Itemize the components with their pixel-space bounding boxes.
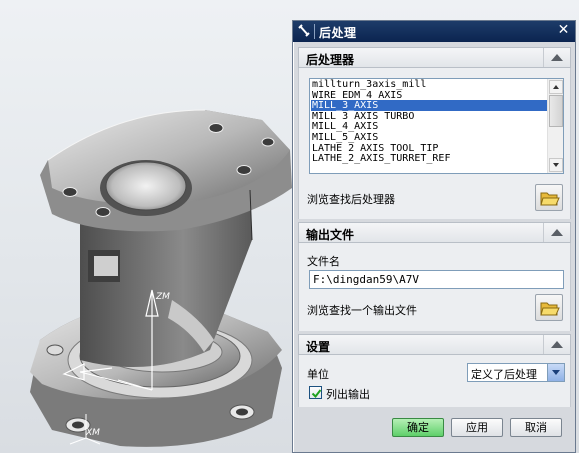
dialog-titlebar[interactable]: 后处理 ✕ [293,21,575,42]
list-item[interactable]: LATHE_2_AXIS_TOOL_TIP [311,143,547,153]
list-output-label: 列出输出 [326,388,370,401]
scroll-thumb[interactable] [549,95,563,127]
postprocessor-section-title: 后处理器 [306,53,355,67]
list-item[interactable]: MILL_3_AXIS [311,100,547,111]
postprocessor-list: millturn_3axis_mill WIRE_EDM_4_AXIS MILL_3… [311,79,547,164]
output-section-header[interactable]: 输出文件 [298,222,571,243]
arrow-down-icon [553,163,559,167]
arrow-up-icon [553,85,559,89]
browse-postprocessor-button[interactable] [535,184,563,211]
collapse-caret-icon[interactable] [551,54,563,61]
listbox-scrollbar[interactable] [547,79,563,173]
browse-postprocessor-label: 浏览查找后处理器 [307,193,395,206]
header-divider [543,335,544,354]
list-output-checkbox[interactable] [309,386,322,399]
z-axis-label: ZM [156,292,170,302]
postprocessor-section-header[interactable]: 后处理器 [298,47,571,68]
postprocess-dialog: 后处理 ✕ 后处理器 millturn_3axis_mill WIRE_EDM_4… [292,20,576,453]
list-item[interactable]: millturn_3axis_mill [311,79,547,89]
settings-section-title: 设置 [306,340,331,354]
wrench-icon [298,24,310,37]
dialog-title: 后处理 [319,26,357,40]
units-select-value: 定义了后处理 [471,368,537,381]
part-model-illustration [30,109,292,447]
chevron-down-icon [552,370,560,375]
close-icon[interactable]: ✕ [555,23,572,39]
x-axis-label: XM [86,428,100,438]
list-item[interactable]: LATHE_2_AXIS_TURRET_REF [311,153,547,163]
titlebar-separator [314,24,315,39]
ok-button[interactable]: 确定 [392,418,444,437]
apply-button[interactable]: 应用 [451,418,503,437]
list-item[interactable]: MILL_4_AXIS [311,121,547,132]
scroll-up-button[interactable] [549,80,563,94]
filename-label: 文件名 [307,255,340,268]
collapse-caret-icon[interactable] [551,341,563,348]
folder-open-icon [540,192,560,206]
scroll-down-button[interactable] [549,158,563,172]
units-select[interactable]: 定义了后处理 [467,363,565,382]
list-item[interactable]: WIRE_EDM_4_AXIS [311,90,547,100]
header-divider [543,48,544,67]
units-label: 单位 [307,368,329,381]
dropdown-button[interactable] [547,364,564,381]
list-item[interactable]: MILL_5_AXIS [311,132,547,142]
browse-output-label: 浏览查找一个输出文件 [307,304,417,317]
list-item[interactable]: MILL_3_AXIS_TURBO [311,111,547,121]
filename-input[interactable]: F:\dingdan59\A7V [309,270,564,289]
postprocessor-listbox[interactable]: millturn_3axis_mill WIRE_EDM_4_AXIS MILL_3… [309,78,564,174]
folder-open-icon [540,302,560,316]
browse-output-button[interactable] [535,294,563,321]
output-section-title: 输出文件 [306,228,355,242]
checkmark-icon [311,389,322,399]
cancel-button[interactable]: 取消 [510,418,562,437]
collapse-caret-icon[interactable] [551,229,563,236]
header-divider [543,223,544,242]
settings-section-header[interactable]: 设置 [298,334,571,355]
